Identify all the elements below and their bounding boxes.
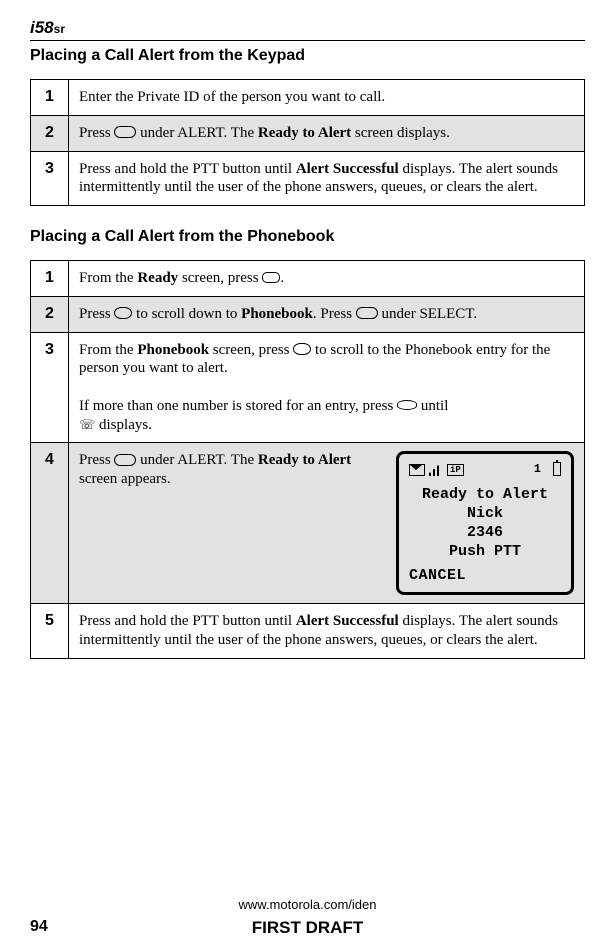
softkey-icon xyxy=(114,454,136,466)
page-number: 94 xyxy=(30,918,48,936)
signal-icon xyxy=(429,464,443,476)
screen-status-bar: iP 1 xyxy=(405,460,565,486)
table-row: 3 From the Phonebook screen, press to sc… xyxy=(31,332,585,443)
steps-table-keypad: 1 Enter the Private ID of the person you… xyxy=(30,79,585,206)
step-number: 3 xyxy=(31,332,69,443)
step-number: 1 xyxy=(31,261,69,297)
nav-down-icon xyxy=(114,307,132,319)
step-number: 5 xyxy=(31,604,69,659)
step-text: Press to scroll down to Phonebook. Press… xyxy=(69,296,585,332)
menu-key-icon xyxy=(262,272,280,283)
table-row: 5 Press and hold the PTT button until Al… xyxy=(31,604,585,659)
step-text: Press under ALERT. The Ready to Alert sc… xyxy=(69,115,585,151)
one-indicator: 1 xyxy=(534,462,541,476)
envelope-icon xyxy=(409,464,425,476)
step-text: iP 1 Ready to Alert Nick 2346 Push PTT C… xyxy=(69,443,585,604)
softkey-icon xyxy=(356,307,378,319)
section-heading-phonebook: Placing a Call Alert from the Phonebook xyxy=(30,228,585,246)
table-row: 2 Press under ALERT. The Ready to Alert … xyxy=(31,115,585,151)
step-number: 3 xyxy=(31,151,69,206)
table-row: 2 Press to scroll down to Phonebook. Pre… xyxy=(31,296,585,332)
table-row: 1 From the Ready screen, press . xyxy=(31,261,585,297)
battery-icon xyxy=(553,462,561,476)
screen-main-text: Ready to Alert Nick 2346 Push PTT xyxy=(405,486,565,561)
product-logo: i58sr xyxy=(30,18,585,38)
nav-left-right-icon xyxy=(397,400,417,410)
step-text: Press and hold the PTT button until Aler… xyxy=(69,604,585,659)
step-text: From the Phonebook screen, press to scro… xyxy=(69,332,585,443)
draft-label: FIRST DRAFT xyxy=(252,918,363,938)
phone-screen-mockup: iP 1 Ready to Alert Nick 2346 Push PTT C… xyxy=(396,451,574,595)
steps-table-phonebook: 1 From the Ready screen, press . 2 Press… xyxy=(30,260,585,659)
table-row: 1 Enter the Private ID of the person you… xyxy=(31,80,585,116)
footer-url: www.motorola.com/iden xyxy=(0,897,615,912)
step-text: From the Ready screen, press . xyxy=(69,261,585,297)
softkey-icon xyxy=(114,126,136,138)
step-number: 1 xyxy=(31,80,69,116)
step-number: 2 xyxy=(31,296,69,332)
header-divider xyxy=(30,40,585,41)
step-text: Enter the Private ID of the person you w… xyxy=(69,80,585,116)
step-number: 4 xyxy=(31,443,69,604)
step-number: 2 xyxy=(31,115,69,151)
step-text: Press and hold the PTT button until Aler… xyxy=(69,151,585,206)
ip-icon: iP xyxy=(447,464,464,476)
screen-softkey-label: CANCEL xyxy=(405,561,565,586)
phone-type-icon: ☏ xyxy=(79,417,95,433)
nav-scroll-icon xyxy=(293,343,311,355)
table-row: 3 Press and hold the PTT button until Al… xyxy=(31,151,585,206)
section-heading-keypad: Placing a Call Alert from the Keypad xyxy=(30,47,585,65)
table-row: 4 iP 1 Re xyxy=(31,443,585,604)
